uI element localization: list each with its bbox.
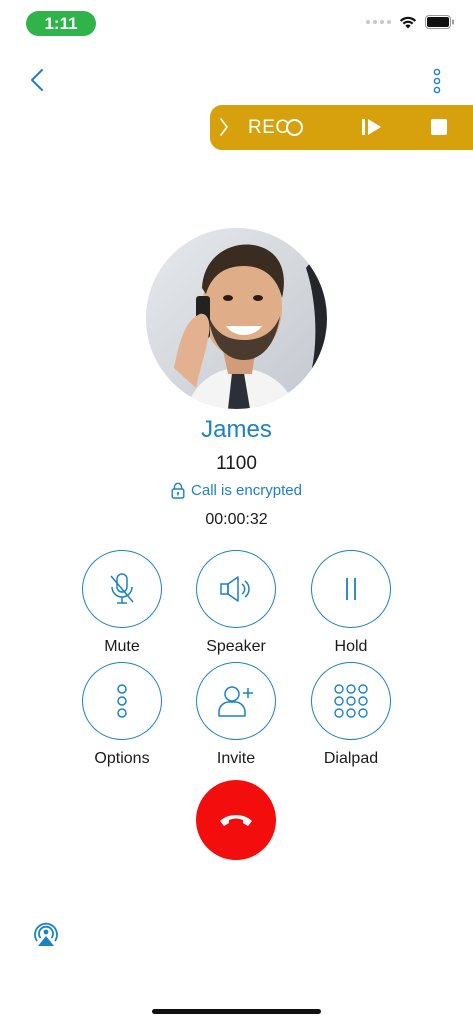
home-indicator[interactable] bbox=[152, 1009, 321, 1014]
mute-button[interactable]: Mute bbox=[67, 550, 177, 656]
caller-avatar bbox=[146, 228, 327, 409]
chevron-left-icon bbox=[31, 69, 43, 91]
invite-button-circle[interactable] bbox=[196, 662, 276, 740]
back-button[interactable] bbox=[24, 64, 50, 96]
vertical-dots-icon bbox=[433, 68, 441, 94]
options-button[interactable]: Options bbox=[67, 662, 177, 768]
wifi-icon bbox=[399, 16, 417, 29]
status-time: 1:11 bbox=[26, 11, 96, 36]
recording-bar: REC bbox=[210, 105, 473, 150]
status-indicators bbox=[366, 15, 455, 29]
hold-button[interactable]: Hold bbox=[296, 550, 406, 656]
invite-label: Invite bbox=[216, 750, 256, 767]
caller-name: James bbox=[201, 416, 272, 443]
speaker-button[interactable]: Speaker bbox=[181, 550, 291, 656]
dialpad-button-circle[interactable] bbox=[311, 662, 391, 740]
vertical-dots-icon bbox=[117, 684, 127, 718]
mute-button-circle[interactable] bbox=[82, 550, 162, 628]
hold-button-circle[interactable] bbox=[311, 550, 391, 628]
hold-label: Hold bbox=[334, 638, 368, 655]
call-duration: 00:00:32 bbox=[205, 511, 268, 528]
more-options-button[interactable] bbox=[427, 66, 447, 96]
invite-button[interactable]: Invite bbox=[181, 662, 291, 768]
encryption-status: Call is encrypted bbox=[0, 482, 473, 499]
hang-up-icon bbox=[220, 815, 252, 826]
end-call-button[interactable] bbox=[196, 780, 276, 860]
rec-label: REC bbox=[248, 117, 290, 138]
caller-number: 1100 bbox=[216, 453, 257, 474]
cellular-signal-icon bbox=[366, 20, 391, 24]
mic-off-icon bbox=[110, 573, 134, 604]
resume-recording-icon[interactable] bbox=[361, 118, 383, 136]
dialpad-icon bbox=[334, 684, 368, 718]
stop-recording-icon[interactable] bbox=[431, 119, 447, 135]
airplay-button[interactable] bbox=[32, 921, 60, 952]
chevron-right-icon[interactable] bbox=[218, 116, 230, 138]
add-person-icon bbox=[218, 686, 253, 717]
dialpad-button[interactable]: Dialpad bbox=[296, 662, 406, 768]
airplay-icon bbox=[34, 922, 58, 946]
lock-icon bbox=[171, 482, 185, 499]
encryption-label: Call is encrypted bbox=[191, 482, 302, 499]
dialpad-label: Dialpad bbox=[323, 750, 379, 767]
options-label: Options bbox=[94, 750, 150, 767]
pause-icon bbox=[346, 578, 356, 600]
speaker-label: Speaker bbox=[206, 638, 266, 655]
options-button-circle[interactable] bbox=[82, 662, 162, 740]
record-indicator-icon bbox=[286, 119, 303, 136]
speaker-button-circle[interactable] bbox=[196, 550, 276, 628]
mute-label: Mute bbox=[104, 638, 140, 655]
caller-photo bbox=[146, 228, 327, 409]
battery-icon bbox=[425, 15, 454, 29]
speaker-icon bbox=[220, 576, 250, 602]
